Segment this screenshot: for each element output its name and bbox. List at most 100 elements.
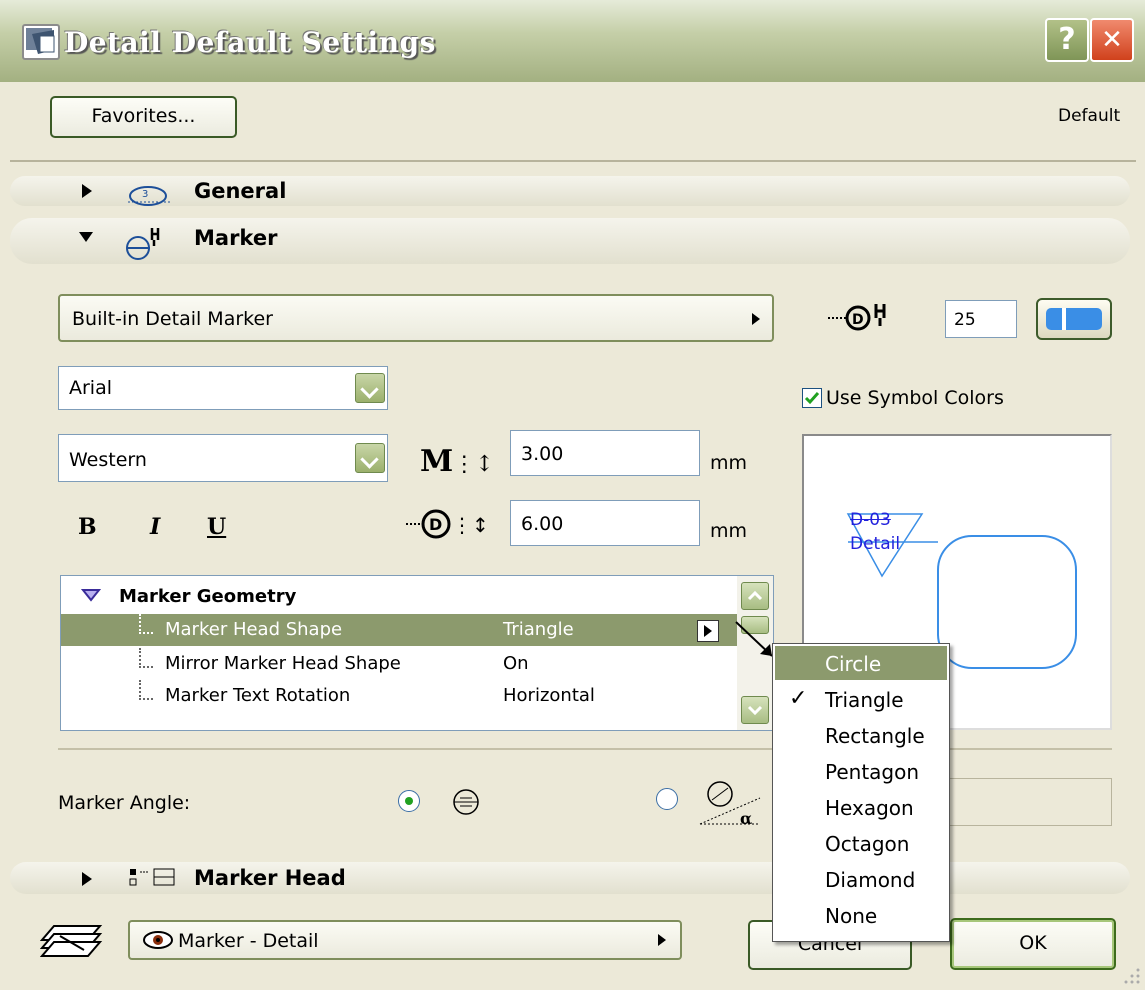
resize-grip-icon[interactable] <box>1120 964 1142 986</box>
close-button[interactable]: ✕ <box>1090 18 1134 62</box>
dialog-window: Detail Default Settings ? ✕ Favorites...… <box>0 0 1145 990</box>
pen-color-button[interactable] <box>1036 298 1112 340</box>
radio-dot <box>405 797 413 805</box>
marker-size-input[interactable]: 6.00 <box>510 500 700 546</box>
angle-horizontal-radio[interactable] <box>398 790 420 812</box>
general-icon: 3 <box>128 186 170 206</box>
table-row[interactable]: Marker Head Shape Triangle <box>61 614 737 646</box>
menu-item-label: Circle <box>825 652 882 676</box>
menu-item-triangle[interactable]: ✓ Triangle <box>775 682 947 716</box>
menu-item-label: Hexagon <box>825 796 914 820</box>
window-title: Detail Default Settings <box>64 26 436 59</box>
section-general-title: General <box>194 179 287 203</box>
row-value: Triangle <box>503 619 574 640</box>
underline-button[interactable]: U <box>207 514 226 540</box>
row-popup-button[interactable] <box>697 620 719 642</box>
tree-connector <box>139 648 153 668</box>
menu-item-label: None <box>825 904 878 928</box>
layer-select[interactable]: Marker - Detail <box>128 920 682 960</box>
scroll-down-button[interactable] <box>741 696 769 724</box>
default-label: Default <box>1058 106 1121 126</box>
marker-type-select[interactable]: Built-in Detail Marker <box>58 294 774 342</box>
font-dropdown-button[interactable] <box>355 373 385 403</box>
pen-number-input[interactable]: 25 <box>945 300 1017 338</box>
svg-text:α: α <box>740 809 752 828</box>
popup-arrow-icon <box>704 625 712 637</box>
section-marker-head-title: Marker Head <box>194 866 346 890</box>
geometry-header: Marker Geometry <box>119 586 297 607</box>
menu-item-circle[interactable]: Circle <box>775 646 947 680</box>
row-value: Horizontal <box>503 685 595 706</box>
text-size-value: 3.00 <box>521 443 564 465</box>
favorites-button[interactable]: Favorites... <box>50 96 237 138</box>
svg-text:D: D <box>429 515 442 534</box>
script-select[interactable]: Western <box>58 434 388 482</box>
eye-icon <box>143 931 173 949</box>
scroll-up-button[interactable] <box>741 582 769 610</box>
layer-value: Marker - Detail <box>178 930 319 952</box>
pen-color-swatch <box>1046 308 1102 330</box>
expand-arrow-icon <box>82 872 92 886</box>
app-icon <box>22 24 60 60</box>
section-general[interactable]: 3 General <box>10 176 1130 206</box>
pen-marker-icon: D <box>828 304 886 331</box>
italic-button[interactable]: I <box>150 514 160 540</box>
custom-angle-icon: α <box>699 781 761 828</box>
divider <box>10 160 1136 162</box>
use-symbol-colors-label: Use Symbol Colors <box>826 387 1004 409</box>
svg-text:⋮↕: ⋮↕ <box>452 513 489 537</box>
expand-arrow-icon <box>82 184 92 198</box>
table-row[interactable]: Mirror Marker Head Shape On <box>61 648 737 680</box>
title-bar[interactable]: Detail Default Settings ? ✕ <box>0 0 1145 82</box>
marker-icon <box>126 228 160 260</box>
horizontal-angle-icon <box>453 789 479 815</box>
row-value: On <box>503 653 529 674</box>
text-size-icon-letter: M <box>420 444 454 479</box>
marker-angle-label: Marker Angle: <box>58 792 191 814</box>
script-dropdown-button[interactable] <box>355 443 385 473</box>
marker-head-icon <box>129 868 175 886</box>
bold-button[interactable]: B <box>78 514 97 540</box>
section-marker[interactable]: Marker <box>10 218 1130 264</box>
dropdown-arrow-icon <box>658 934 666 946</box>
row-name: Marker Head Shape <box>165 619 343 640</box>
menu-item-none[interactable]: None <box>775 898 947 932</box>
preview-marker-name: Detail <box>850 534 901 554</box>
menu-item-label: Pentagon <box>825 760 920 784</box>
table-row[interactable]: Marker Text Rotation Horizontal <box>61 680 737 712</box>
check-icon: ✓ <box>789 686 808 711</box>
help-button[interactable]: ? <box>1045 18 1089 62</box>
text-size-icon: M⋮↕ <box>420 444 494 479</box>
marker-type-value: Built-in Detail Marker <box>72 308 273 330</box>
dropdown-arrow-icon <box>752 313 760 325</box>
tree-connector <box>139 680 153 700</box>
preview-marker-id: D-03 <box>850 510 891 530</box>
menu-item-pentagon[interactable]: Pentagon <box>775 754 947 788</box>
row-name: Marker Text Rotation <box>165 685 351 706</box>
marker-geometry-list: Marker Geometry Marker Head Shape Triang… <box>60 575 774 731</box>
menu-item-diamond[interactable]: Diamond <box>775 862 947 896</box>
svg-text:3: 3 <box>142 189 148 200</box>
menu-item-octagon[interactable]: Octagon <box>775 826 947 860</box>
menu-item-label: Diamond <box>825 868 916 892</box>
font-select[interactable]: Arial <box>58 366 388 410</box>
marker-size-value: 6.00 <box>521 513 564 535</box>
section-marker-head[interactable]: Marker Head <box>10 862 1130 894</box>
shape-popup-menu: Circle ✓ Triangle Rectangle Pentagon Hexa… <box>772 643 950 942</box>
script-value: Western <box>69 449 147 471</box>
text-size-input[interactable]: 3.00 <box>510 430 700 476</box>
divider <box>58 748 1112 750</box>
angle-value-input[interactable] <box>940 778 1112 826</box>
menu-item-rectangle[interactable]: Rectangle <box>775 718 947 752</box>
geometry-header-row[interactable]: Marker Geometry <box>61 580 737 612</box>
marker-size-unit: mm <box>710 520 748 542</box>
angle-custom-radio[interactable] <box>656 788 678 810</box>
menu-item-label: Rectangle <box>825 724 925 748</box>
menu-item-hexagon[interactable]: Hexagon <box>775 790 947 824</box>
collapse-arrow-icon <box>79 232 93 242</box>
text-size-unit: mm <box>710 452 748 474</box>
tree-connector <box>139 614 153 634</box>
pen-color-divider <box>1062 308 1066 330</box>
ok-button[interactable]: OK <box>950 918 1116 970</box>
use-symbol-colors-checkbox[interactable] <box>802 388 822 408</box>
